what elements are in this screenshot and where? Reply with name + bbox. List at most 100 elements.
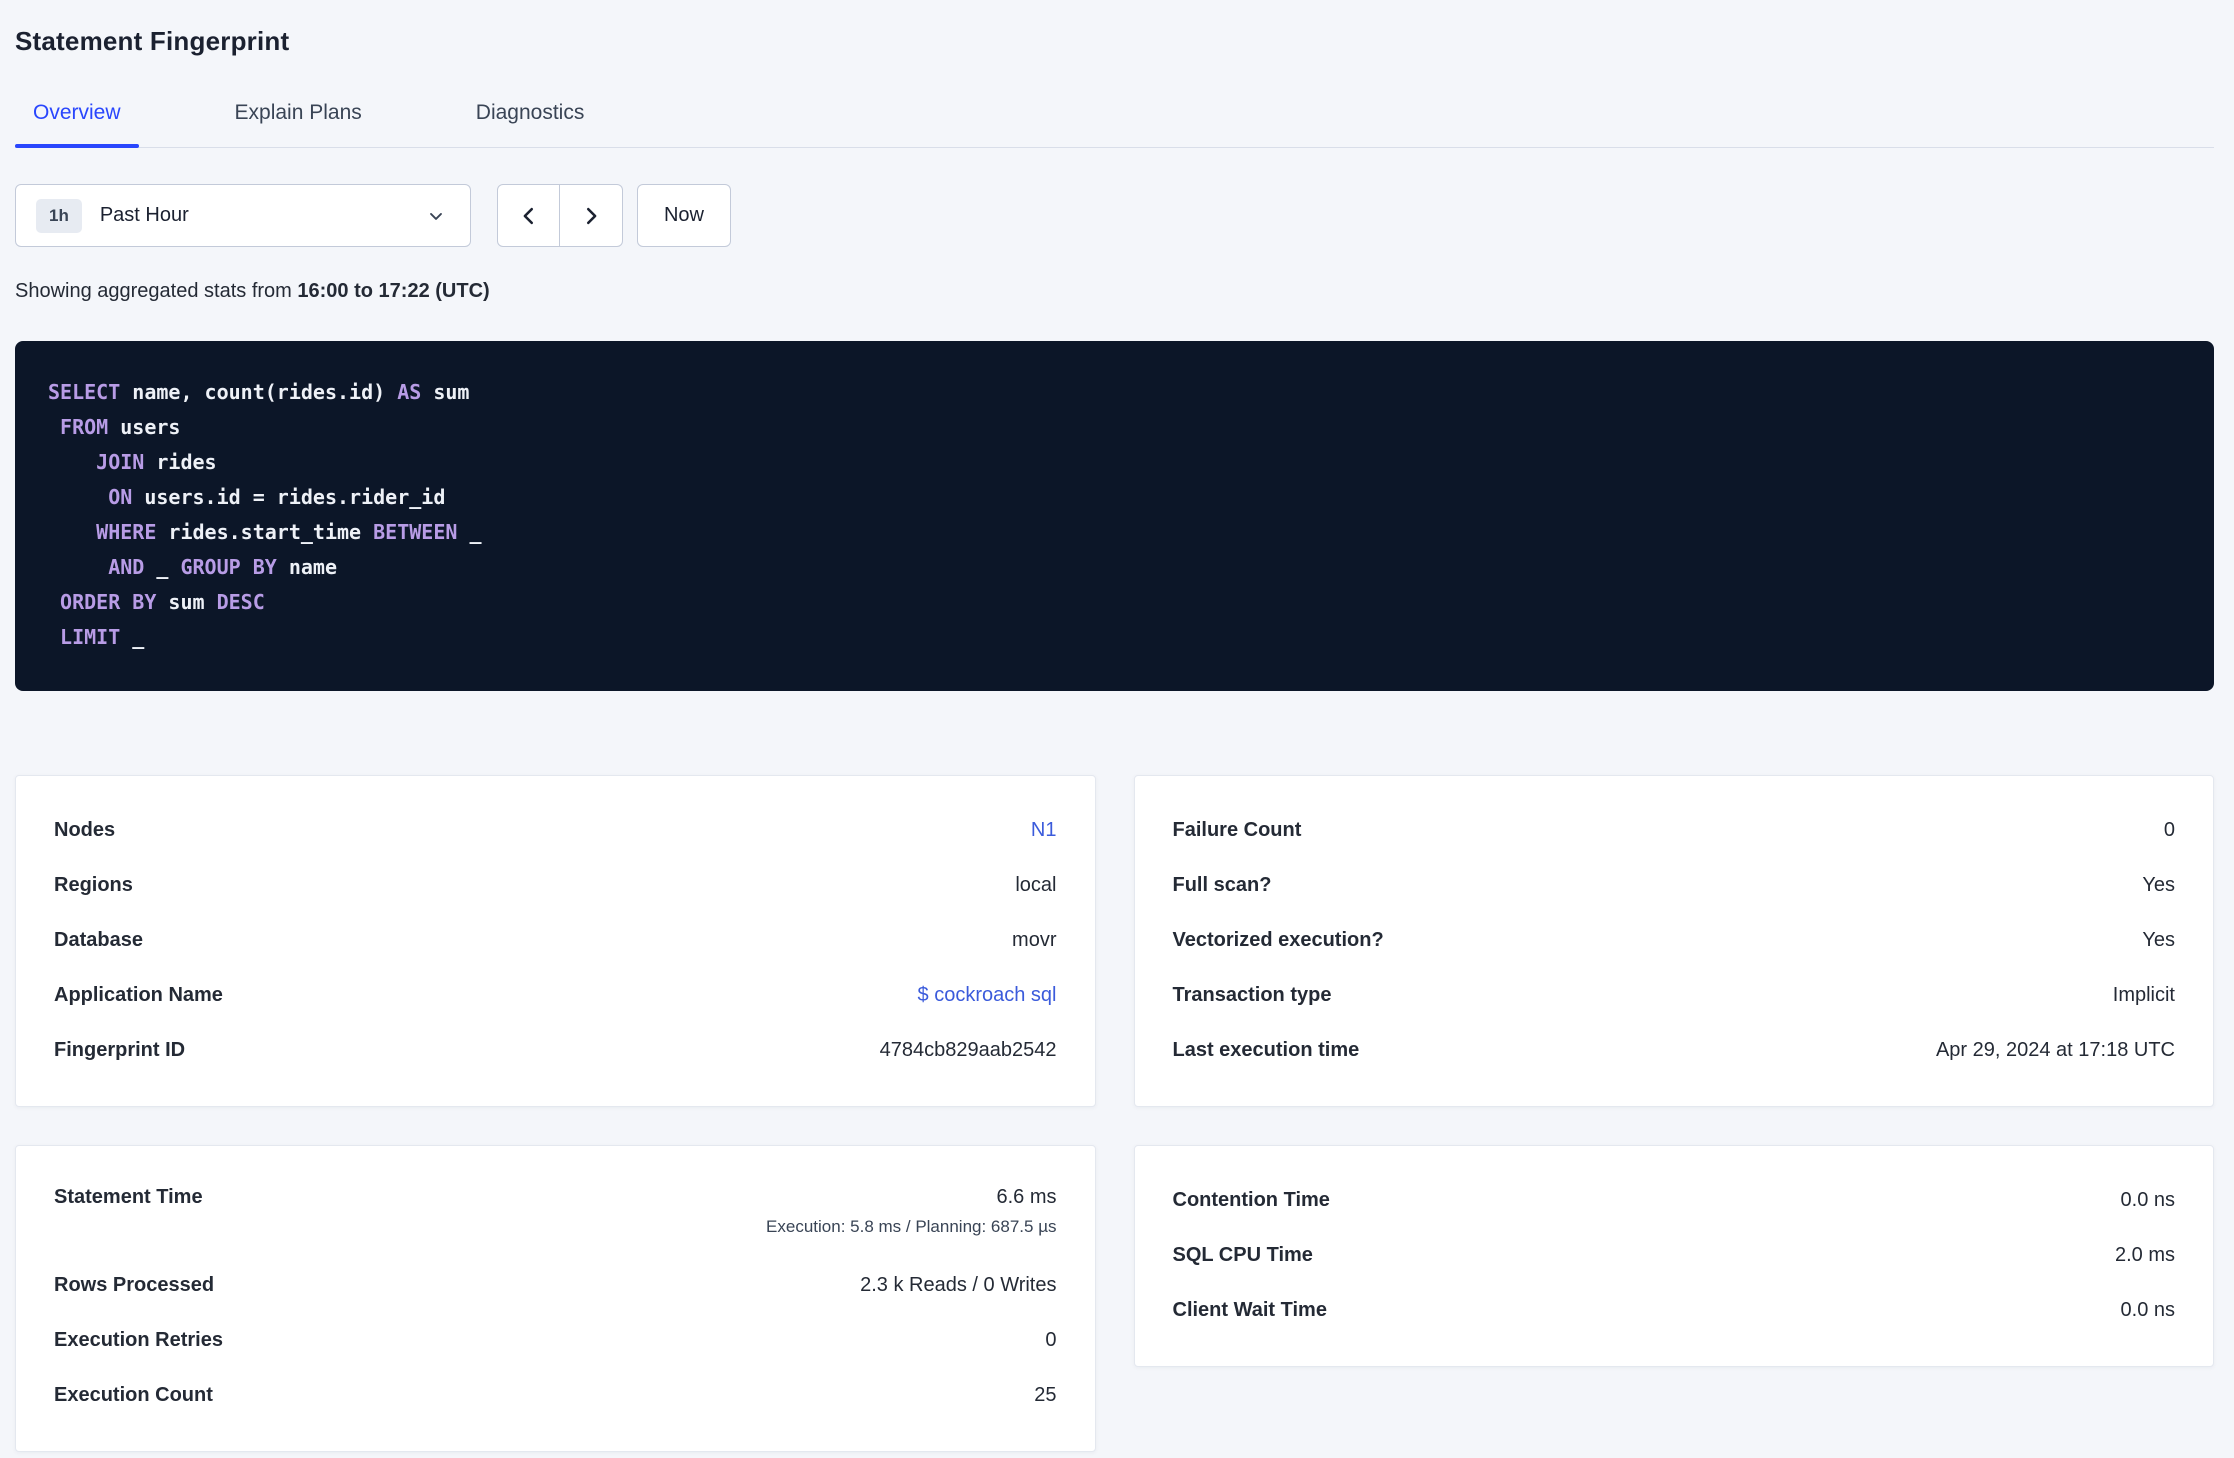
- stat-label: Statement Time: [54, 1186, 203, 1208]
- stat-label: Execution Count: [54, 1384, 213, 1406]
- stat-row: Full scan? Yes: [1173, 858, 2176, 913]
- stat-value: 6.6 ms: [996, 1186, 1057, 1208]
- sql-text: rides.start_time: [156, 520, 374, 544]
- stat-value-group: 2.3 k Reads / 0 Writes: [860, 1274, 1056, 1297]
- sql-keyword: AND: [108, 555, 145, 579]
- sql-line: SELECT name, count(rides.id) AS sum: [48, 375, 2181, 410]
- sql-keyword: AS: [397, 380, 422, 404]
- stat-row: Execution Retries 0: [54, 1313, 1057, 1368]
- stat-value: 0.0 ns: [2120, 1299, 2175, 1321]
- stat-value-group: movr: [1012, 929, 1056, 952]
- stat-label: Regions: [54, 874, 133, 896]
- stat-value-group: Apr 29, 2024 at 17:18 UTC: [1936, 1039, 2175, 1062]
- stat-label: Client Wait Time: [1172, 1299, 1327, 1321]
- stat-value: Implicit: [2112, 984, 2175, 1006]
- previous-interval-button[interactable]: [497, 184, 560, 247]
- sql-text: rides: [144, 450, 217, 474]
- sql-text: _: [144, 555, 181, 579]
- stat-row: Database movr: [54, 913, 1057, 968]
- stat-label: Contention Time: [1172, 1189, 1330, 1211]
- stat-row: SQL CPU Time 2.0 ms: [1173, 1228, 2176, 1283]
- sql-keyword: LIMIT: [60, 625, 121, 649]
- next-interval-button[interactable]: [560, 184, 623, 247]
- stats-summary-range: 16:00 to 17:22 (UTC): [297, 280, 490, 302]
- stat-label: Rows Processed: [54, 1274, 215, 1296]
- time-range-dropdown[interactable]: 1h Past Hour: [15, 184, 471, 247]
- stat-label: Database: [54, 929, 143, 951]
- stat-value: Apr 29, 2024 at 17:18 UTC: [1935, 1039, 2175, 1061]
- stat-label: Transaction type: [1172, 984, 1332, 1006]
- stat-value-group: 0.0 ns: [2121, 1189, 2175, 1212]
- sql-text: name: [276, 555, 338, 579]
- stat-row: Transaction type Implicit: [1173, 968, 2176, 1023]
- stat-value-group: 0: [1045, 1329, 1056, 1352]
- stat-value-link[interactable]: N1: [1031, 819, 1057, 842]
- stat-value-group: 25: [1034, 1384, 1056, 1407]
- stat-value-group: local: [1015, 874, 1056, 897]
- statement-fingerprint-page: Statement Fingerprint Overview Explain P…: [0, 0, 2234, 1452]
- statement-details-card: Nodes N1 Regions local Database movr Applicati…: [15, 775, 1096, 1107]
- tab-explain-plans[interactable]: Explain Plans: [217, 101, 380, 147]
- stat-value-group: 0.0 ns: [2121, 1299, 2175, 1322]
- stat-value: 4784cb829aab2542: [879, 1039, 1057, 1061]
- sql-keyword: SELECT: [48, 380, 121, 404]
- page-title: Statement Fingerprint: [15, 26, 290, 56]
- aggregated-stats-summary: Showing aggregated stats from 16:00 to 1…: [15, 280, 2214, 303]
- stat-row: Fingerprint ID 4784cb829aab2542: [54, 1023, 1057, 1078]
- stat-row: Execution Count 25: [54, 1368, 1057, 1423]
- stat-label: Execution Retries: [54, 1329, 223, 1351]
- sql-text: _: [457, 520, 482, 544]
- tab-overview[interactable]: Overview: [15, 101, 139, 148]
- stat-label: SQL CPU Time: [1172, 1244, 1313, 1266]
- summary-cards: Nodes N1 Regions local Database movr Applicati…: [15, 775, 2214, 1452]
- stat-row: Regions local: [54, 858, 1057, 913]
- stat-value: 0.0 ns: [2120, 1189, 2175, 1211]
- stat-row: Last execution time Apr 29, 2024 at 17:18…: [1173, 1023, 2176, 1078]
- stat-label: Application Name: [54, 984, 223, 1006]
- stat-value: 2.0 ms: [2114, 1244, 2175, 1266]
- stat-label: Fingerprint ID: [54, 1039, 186, 1061]
- stat-label: Nodes: [54, 819, 116, 841]
- stat-value: Yes: [2142, 929, 2175, 951]
- sql-keyword: FROM: [60, 415, 109, 439]
- stat-row: Failure Count 0: [1173, 803, 2176, 858]
- sql-keyword: JOIN: [96, 450, 145, 474]
- sql-keyword: GROUP BY: [180, 555, 277, 579]
- sql-keyword: DESC: [216, 590, 265, 614]
- sql-line: WHERE rides.start_time BETWEEN _: [48, 515, 2181, 550]
- tab-bar: Overview Explain Plans Diagnostics: [15, 101, 2214, 148]
- stat-row: Vectorized execution? Yes: [1173, 913, 2176, 968]
- sql-keyword: ORDER BY: [60, 590, 157, 614]
- stat-row: Contention Time 0.0 ns: [1173, 1173, 2176, 1228]
- chevron-down-icon: [426, 206, 446, 226]
- time-step-buttons: [497, 184, 623, 247]
- stat-subvalue: Execution: 5.8 ms / Planning: 687.5 µs: [766, 1217, 1057, 1236]
- sql-statement-box: SELECT name, count(rides.id) AS sum FROM…: [15, 341, 2214, 691]
- stat-value-group: 4784cb829aab2542: [880, 1039, 1057, 1062]
- stat-label: Failure Count: [1172, 819, 1302, 841]
- statement-timing-card: Statement Time 6.6 ms Execution: 5.8 ms / …: [15, 1145, 1096, 1452]
- sql-text: name, count(rides.id): [120, 380, 398, 404]
- now-button[interactable]: Now: [637, 184, 731, 247]
- stat-value-group: N1: [1031, 819, 1057, 842]
- time-range-label: Past Hour: [99, 204, 189, 226]
- stat-value: local: [1015, 874, 1057, 896]
- sql-keyword: WHERE: [96, 520, 157, 544]
- stat-row: Statement Time 6.6 ms Execution: 5.8 ms / …: [54, 1173, 1057, 1258]
- stat-row: Application Name $ cockroach sql: [54, 968, 1057, 1023]
- stat-value-group: Yes: [2142, 874, 2175, 897]
- stat-value: 0: [1045, 1329, 1057, 1351]
- tab-diagnostics[interactable]: Diagnostics: [458, 101, 603, 147]
- sql-text: sum: [421, 380, 470, 404]
- stat-value-group: Yes: [2142, 929, 2175, 952]
- time-range-badge: 1h: [36, 198, 82, 233]
- sql-text: sum: [156, 590, 217, 614]
- sql-line: JOIN rides: [48, 445, 2181, 480]
- stat-value-link[interactable]: $ cockroach sql: [918, 984, 1057, 1007]
- stat-row: Rows Processed 2.3 k Reads / 0 Writes: [54, 1258, 1057, 1313]
- time-toolbar: 1h Past Hour Now: [15, 184, 2214, 247]
- stat-value-group: Implicit: [2113, 984, 2175, 1007]
- execution-attributes-card: Failure Count 0 Full scan? Yes Vectorized ex…: [1133, 775, 2214, 1107]
- sql-line: LIMIT _: [48, 620, 2181, 655]
- sql-text: users.id = rides.rider_id: [132, 485, 446, 509]
